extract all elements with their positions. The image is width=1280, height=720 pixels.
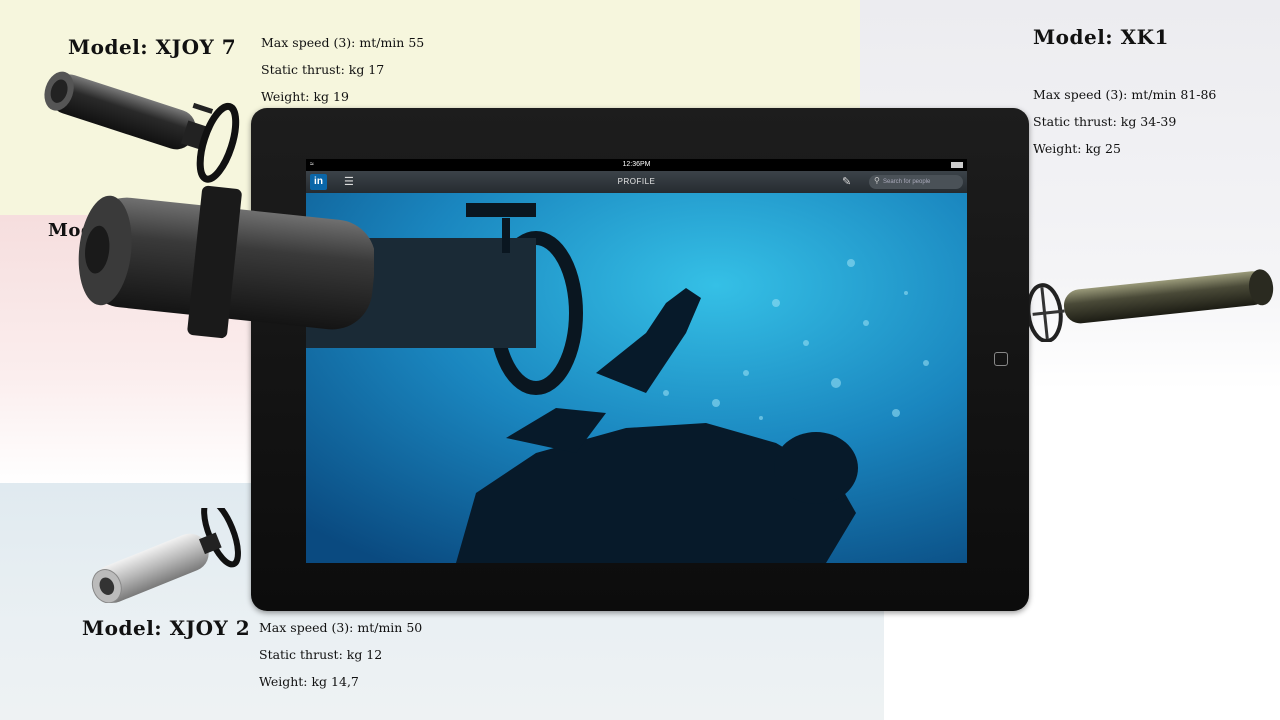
scooter-large-foreground bbox=[78, 185, 374, 339]
spec-static-thrust: Static thrust: kg 17 bbox=[261, 62, 385, 77]
battery-icon bbox=[951, 162, 963, 168]
search-icon: ⚲ bbox=[874, 176, 880, 185]
model-title-xk1: Model: XK1 bbox=[1033, 25, 1169, 49]
search-input[interactable]: Search for people bbox=[869, 175, 963, 189]
spec-list-xk1: Max speed (3): mt/min 81-86 Static thrus… bbox=[1033, 81, 1216, 162]
spec-weight: Weight: kg 19 bbox=[261, 89, 349, 104]
model-title-xjoy2: Model: XJOY 2 bbox=[82, 616, 251, 640]
spec-weight: Weight: kg 14,7 bbox=[259, 674, 359, 689]
spec-weight: Weight: kg 25 bbox=[1033, 141, 1121, 156]
spec-max-speed: Max speed (3): mt/min 55 bbox=[261, 35, 425, 50]
scooter-xjoy2-image bbox=[91, 508, 241, 603]
tablet-screen: ≈ 12:36PM in ☰ PROFILE ✎ Search for peop… bbox=[306, 159, 967, 563]
page-title: PROFILE bbox=[617, 177, 656, 186]
scooter-xk1-image bbox=[1026, 269, 1274, 342]
compose-icon[interactable]: ✎ bbox=[842, 175, 851, 188]
spec-max-speed: Max speed (3): mt/min 50 bbox=[259, 620, 423, 635]
spec-static-thrust: Static thrust: kg 34-39 bbox=[1033, 114, 1177, 129]
spec-max-speed: Max speed (3): mt/min 81-86 bbox=[1033, 87, 1217, 102]
spec-static-thrust: Static thrust: kg 12 bbox=[259, 647, 383, 662]
status-time: 12:36PM bbox=[622, 161, 651, 168]
tablet-home-button[interactable] bbox=[994, 352, 1008, 366]
scooter-xjoy7-image bbox=[44, 71, 240, 183]
app-nav-bar: in ☰ PROFILE ✎ Search for people ⚲ bbox=[306, 171, 967, 193]
status-bar: ≈ 12:36PM bbox=[306, 159, 967, 171]
underwater-video[interactable] bbox=[306, 193, 967, 563]
model-title-xjoy7: Model: XJOY 7 bbox=[68, 35, 237, 59]
spec-list-xjoy2: Max speed (3): mt/min 50 Static thrust: … bbox=[259, 614, 422, 695]
spec-list-xjoy7: Max speed (3): mt/min 55 Static thrust: … bbox=[261, 29, 424, 110]
